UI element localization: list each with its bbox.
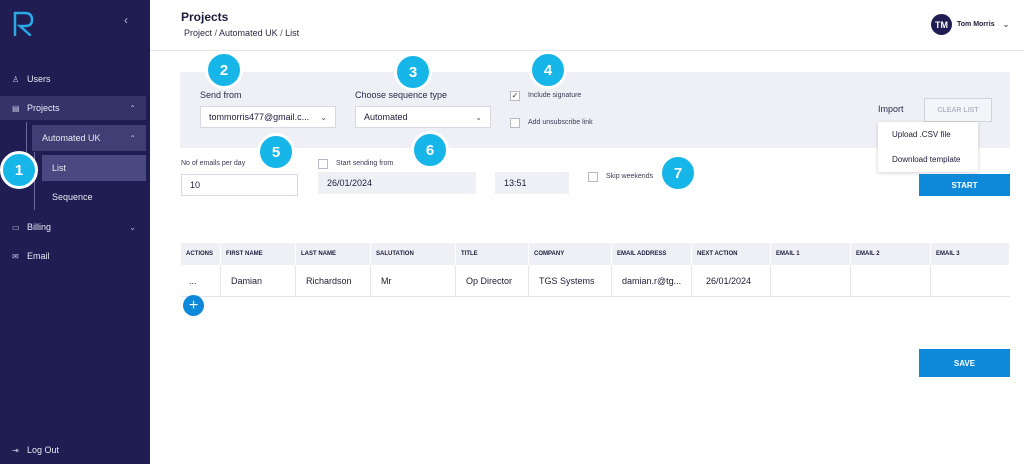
breadcrumb-item[interactable]: Project — [184, 28, 212, 38]
start-time-input[interactable]: 13:51 — [495, 172, 569, 194]
chevron-up-icon: ⌃ — [129, 133, 136, 143]
chevron-down-icon: ⌄ — [320, 112, 327, 122]
sequence-type-label: Choose sequence type — [355, 90, 448, 100]
logout-button[interactable]: ⇥ Log Out — [0, 438, 146, 462]
sidebar-item-projects[interactable]: ▤ Projects ⌃ — [0, 96, 146, 120]
mail-icon: ✉ — [12, 251, 19, 261]
folder-icon: ▤ — [12, 103, 20, 113]
include-signature-label: Include signature — [528, 92, 582, 99]
column-header: EMAIL ADDRESS — [612, 243, 692, 265]
table-row: ... Damian Richardson Mr Op Director TGS… — [181, 265, 1010, 297]
breadcrumb: Project / Automated UK / List — [184, 28, 299, 38]
skip-weekends-label: Skip weekends — [606, 173, 654, 180]
callout-badge: 5 — [257, 133, 295, 171]
send-from-value: tommorris477@gmail.c... — [209, 112, 310, 122]
upload-csv-option[interactable]: Upload .CSV file — [878, 122, 978, 147]
callout-badge: 4 — [529, 51, 567, 89]
page-title: Projects — [181, 10, 229, 24]
sidebar-item-label: Billing — [27, 222, 52, 232]
column-header: SALUTATION — [371, 243, 456, 265]
column-header: EMAIL 2 — [851, 243, 931, 265]
breadcrumb-item[interactable]: Automated UK — [219, 28, 278, 38]
logout-icon: ⇥ — [12, 445, 19, 455]
sequence-type-select[interactable]: Automated ⌄ — [355, 106, 491, 128]
sequence-type-value: Automated — [364, 112, 408, 122]
column-header: FIRST NAME — [221, 243, 296, 265]
chevron-up-icon: ⌃ — [129, 103, 136, 113]
send-from-label: Send from — [200, 90, 242, 100]
plus-icon: + — [188, 296, 199, 314]
table-cell: Damian — [221, 265, 296, 297]
sidebar-item-label: Users — [27, 74, 51, 84]
callout-badge: 6 — [411, 131, 449, 169]
avatar: TM — [931, 14, 952, 35]
callout-badge: 1 — [0, 151, 38, 189]
breadcrumb-item: List — [285, 28, 300, 38]
callout-badge: 2 — [205, 51, 243, 89]
column-header: EMAIL 3 — [931, 243, 1010, 265]
sidebar-item-label: Sequence — [52, 192, 93, 202]
chevron-down-icon: ⌄ — [1002, 20, 1010, 29]
app-logo — [13, 11, 34, 36]
row-actions-button[interactable]: ... — [181, 265, 221, 297]
download-template-option[interactable]: Download template — [878, 147, 978, 172]
clear-list-button[interactable]: CLEAR LIST — [924, 98, 992, 122]
sidebar-item-label: Automated UK — [42, 133, 101, 143]
table-cell: damian.r@tg... — [612, 265, 692, 297]
sidebar-item-list[interactable]: List — [42, 155, 146, 181]
table-cell: Op Director — [456, 265, 529, 297]
chevron-down-icon: ⌄ — [129, 222, 136, 232]
skip-weekends-checkbox[interactable] — [588, 172, 598, 182]
add-unsubscribe-label: Add unsubscribe link — [528, 119, 593, 126]
table-cell — [851, 265, 931, 297]
column-header: NEXT ACTION — [692, 243, 771, 265]
logout-label: Log Out — [27, 445, 60, 455]
add-row-button[interactable]: + — [183, 295, 204, 316]
user-name: Tom Morris — [957, 21, 995, 28]
save-button[interactable]: SAVE — [919, 349, 1010, 377]
sidebar-item-label: Email — [27, 251, 50, 261]
table-cell: 26/01/2024 — [692, 265, 771, 297]
column-header: LAST NAME — [296, 243, 371, 265]
start-sending-label: Start sending from — [336, 160, 394, 167]
emails-per-day-label: No of emails per day — [181, 160, 246, 167]
chevron-down-icon: ⌄ — [475, 112, 482, 122]
sidebar-item-label: Projects — [27, 103, 60, 113]
user-menu[interactable]: TM Tom Morris ⌄ — [931, 14, 1009, 35]
start-date-input[interactable]: 26/01/2024 — [318, 172, 476, 194]
sidebar-item-automated-uk[interactable]: Automated UK ⌃ — [32, 125, 146, 151]
column-header: EMAIL 1 — [771, 243, 851, 265]
column-header: ACTIONS — [181, 243, 221, 265]
include-signature-checkbox[interactable]: ✓ — [510, 91, 520, 101]
sidebar-item-label: List — [52, 163, 67, 173]
sidebar-item-sequence[interactable]: Sequence — [42, 184, 146, 210]
table-cell — [771, 265, 851, 297]
column-header: TITLE — [456, 243, 529, 265]
import-label[interactable]: Import — [878, 104, 904, 114]
card-icon: ▭ — [12, 222, 20, 232]
callout-badge: 3 — [394, 53, 432, 91]
add-unsubscribe-checkbox[interactable] — [510, 118, 520, 128]
start-button[interactable]: START — [919, 174, 1010, 196]
table-cell: Richardson — [296, 265, 371, 297]
send-from-select[interactable]: tommorris477@gmail.c... ⌄ — [200, 106, 336, 128]
sidebar-item-billing[interactable]: ▭ Billing ⌄ — [0, 215, 146, 239]
sidebar-item-users[interactable]: ♙ Users — [0, 67, 146, 91]
table-header: ACTIONS FIRST NAME LAST NAME SALUTATION … — [181, 243, 1010, 265]
sidebar: ‹ ♙ Users ▤ Projects ⌃ Automated UK ⌃ Li… — [0, 0, 150, 464]
column-header: COMPANY — [529, 243, 612, 265]
header-divider — [150, 50, 1024, 51]
import-dropdown: Upload .CSV file Download template — [878, 122, 978, 172]
table-cell: TGS Systems — [529, 265, 612, 297]
user-icon: ♙ — [12, 74, 20, 84]
table-cell: Mr — [371, 265, 456, 297]
table-cell — [931, 265, 1010, 297]
tree-line — [26, 122, 27, 152]
callout-badge: 7 — [659, 154, 697, 192]
start-sending-checkbox[interactable] — [318, 159, 328, 169]
collapse-sidebar-icon[interactable]: ‹ — [124, 13, 128, 27]
emails-per-day-input[interactable]: 10 — [181, 174, 298, 196]
sidebar-item-email[interactable]: ✉ Email — [0, 244, 146, 268]
